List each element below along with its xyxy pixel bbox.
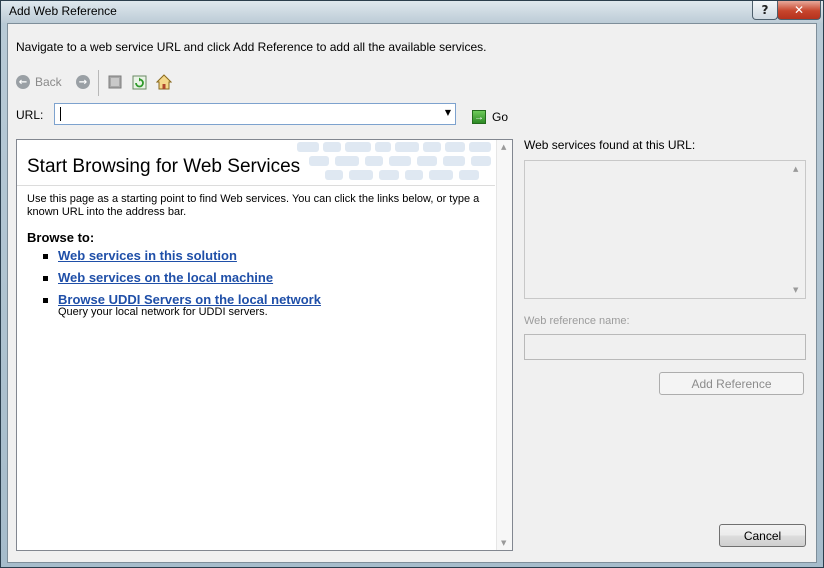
scroll-up-icon[interactable]: ▲ xyxy=(501,143,506,151)
help-icon: ? xyxy=(761,3,769,17)
browse-heading: Browse to: xyxy=(27,230,95,245)
home-icon xyxy=(156,74,172,90)
title-bar: Add Web Reference ? ✕ xyxy=(1,1,823,23)
services-found-list[interactable]: ▲ ▼ xyxy=(524,160,806,299)
services-list-scrollbar[interactable]: ▲ ▼ xyxy=(789,161,805,298)
browser-scrollbar[interactable]: ▲ ▼ xyxy=(496,140,512,550)
close-button[interactable]: ✕ xyxy=(777,1,821,20)
instructions-text: Navigate to a web service URL and click … xyxy=(16,40,487,54)
dialog-window: Add Web Reference ? ✕ Navigate to a web … xyxy=(0,0,824,568)
list-item: Web services in this solution xyxy=(43,248,321,263)
go-button[interactable]: → Go xyxy=(472,110,508,124)
url-input[interactable] xyxy=(55,104,443,124)
refresh-icon xyxy=(132,75,147,89)
dialog-client-area: Navigate to a web service URL and click … xyxy=(7,23,817,563)
scroll-down-icon[interactable]: ▼ xyxy=(793,286,798,294)
link-browse-uddi-servers[interactable]: Browse UDDI Servers on the local network xyxy=(58,292,321,307)
intro-text: Use this page as a starting point to fin… xyxy=(27,193,480,218)
browser-banner: Start Browsing for Web Services xyxy=(17,140,495,184)
web-reference-name-label: Web reference name: xyxy=(524,315,630,327)
back-button[interactable]: ← Back xyxy=(16,72,62,92)
home-button[interactable] xyxy=(156,72,172,92)
forward-button[interactable]: → xyxy=(76,72,90,92)
stop-button[interactable] xyxy=(108,72,122,92)
list-item: Browse UDDI Servers on the local network… xyxy=(43,292,321,318)
text-caret xyxy=(60,107,61,121)
refresh-button[interactable] xyxy=(132,72,147,92)
go-arrow-icon: → xyxy=(472,110,486,124)
scroll-up-icon[interactable]: ▲ xyxy=(793,165,798,173)
go-label: Go xyxy=(492,110,509,124)
banner-tiles-decoration xyxy=(297,142,491,180)
back-label: Back xyxy=(35,75,62,89)
chevron-down-icon[interactable]: ▼ xyxy=(445,108,451,117)
scroll-down-icon[interactable]: ▼ xyxy=(501,539,506,547)
url-label: URL: xyxy=(16,108,44,122)
cancel-button[interactable]: Cancel xyxy=(719,524,806,547)
banner-divider xyxy=(17,185,495,186)
browser-title: Start Browsing for Web Services xyxy=(27,156,301,177)
back-arrow-icon: ← xyxy=(16,75,30,89)
forward-arrow-icon: → xyxy=(76,75,90,89)
browser-pane: Start Browsing for Web Services Use this… xyxy=(16,139,513,551)
toolbar-separator xyxy=(98,70,99,96)
stop-icon xyxy=(108,75,122,89)
bullet-icon xyxy=(43,298,48,303)
help-button[interactable]: ? xyxy=(752,1,778,20)
list-item: Web services on the local machine xyxy=(43,270,321,285)
bullet-icon xyxy=(43,254,48,259)
link-web-services-local-machine[interactable]: Web services on the local machine xyxy=(58,270,273,285)
browse-links-list: Web services in this solution Web servic… xyxy=(43,248,321,325)
add-reference-button[interactable]: Add Reference xyxy=(659,372,804,395)
url-combobox[interactable]: ▼ xyxy=(54,103,456,125)
link-description: Query your local network for UDDI server… xyxy=(58,306,268,318)
bullet-icon xyxy=(43,276,48,281)
services-found-label: Web services found at this URL: xyxy=(524,138,696,152)
link-web-services-in-solution[interactable]: Web services in this solution xyxy=(58,248,237,263)
close-icon: ✕ xyxy=(793,3,805,17)
window-title: Add Web Reference xyxy=(9,4,117,18)
navigation-toolbar: ← Back → xyxy=(16,70,216,96)
web-reference-name-field[interactable] xyxy=(524,334,806,360)
